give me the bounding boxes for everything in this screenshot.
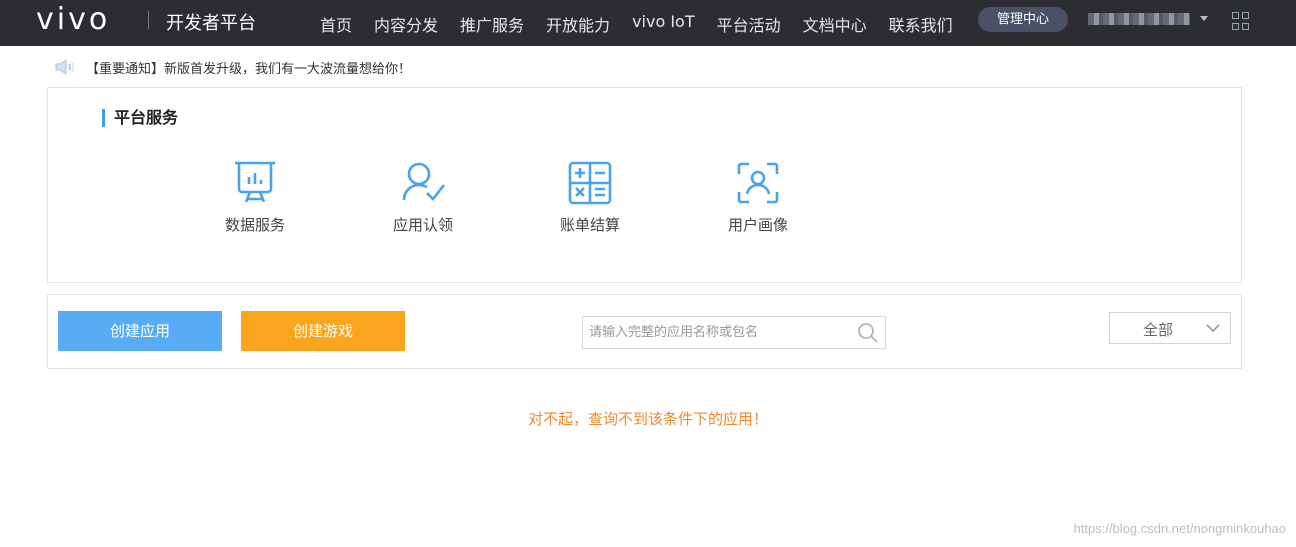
filter-value: 全部 <box>1143 321 1174 339</box>
nav-item-docs[interactable]: 文档中心 <box>803 12 867 36</box>
nav-item-content-distribution[interactable]: 内容分发 <box>374 12 438 36</box>
notice-text[interactable]: 【重要通知】新版首发升级，我们有一大波流量想给你！ <box>86 58 411 77</box>
chevron-down-icon <box>1206 324 1220 333</box>
user-scan-icon <box>737 162 779 204</box>
search-icon[interactable] <box>857 322 879 344</box>
service-label: 应用认领 <box>392 216 453 234</box>
vivo-logo[interactable]: vivo <box>36 2 110 37</box>
service-billing[interactable]: 账单结算 <box>540 160 640 235</box>
nav-item-activities[interactable]: 平台活动 <box>717 12 781 36</box>
nav-item-open-capabilities[interactable]: 开放能力 <box>546 12 610 36</box>
app-filter-select[interactable]: 全部 <box>1109 312 1231 344</box>
apps-grid-icon[interactable] <box>1232 12 1250 30</box>
service-app-claim[interactable]: 应用认领 <box>373 160 473 235</box>
main-nav: 首页 内容分发 推广服务 开放能力 vivo IoT 平台活动 文档中心 联系我… <box>320 12 975 36</box>
platform-title[interactable]: 开发者平台 <box>166 9 256 35</box>
user-dropdown-icon[interactable] <box>1200 16 1208 21</box>
service-user-profile[interactable]: 用户画像 <box>708 160 808 235</box>
top-navbar: vivo 开发者平台 首页 内容分发 推广服务 开放能力 vivo IoT 平台… <box>0 0 1296 46</box>
app-action-bar: 创建应用 创建游戏 全部 <box>47 294 1242 369</box>
service-label: 用户画像 <box>727 216 788 234</box>
speaker-icon <box>55 59 75 75</box>
calculator-icon <box>568 161 612 205</box>
search-box <box>582 316 886 349</box>
empty-result-message: 对不起，查询不到该条件下的应用！ <box>527 410 768 428</box>
service-label: 账单结算 <box>559 216 620 234</box>
notice-bar: 【重要通知】新版首发升级，我们有一大波流量想给你！ <box>54 58 411 77</box>
management-center-button[interactable]: 管理中心 <box>978 7 1068 32</box>
service-label: 数据服务 <box>224 216 285 234</box>
nav-item-promotion[interactable]: 推广服务 <box>460 12 524 36</box>
service-data[interactable]: 数据服务 <box>205 160 305 235</box>
user-check-icon <box>402 162 446 201</box>
section-title: 平台服务 <box>102 109 178 127</box>
create-game-button[interactable]: 创建游戏 <box>241 311 405 351</box>
presentation-chart-icon <box>235 161 275 203</box>
nav-item-contact[interactable]: 联系我们 <box>889 12 953 36</box>
logo-divider <box>148 11 149 29</box>
platform-services-panel: 平台服务 数据服务 应用认领 账单结算 用户画像 <box>47 87 1242 283</box>
nav-item-home[interactable]: 首页 <box>320 12 352 36</box>
watermark: https://blog.csdn.net/nongminkouhao <box>1073 521 1286 536</box>
create-app-button[interactable]: 创建应用 <box>58 311 222 351</box>
user-account-name[interactable] <box>1088 13 1190 25</box>
search-input[interactable] <box>583 317 853 348</box>
nav-item-vivo-iot[interactable]: vivo IoT <box>632 12 695 36</box>
